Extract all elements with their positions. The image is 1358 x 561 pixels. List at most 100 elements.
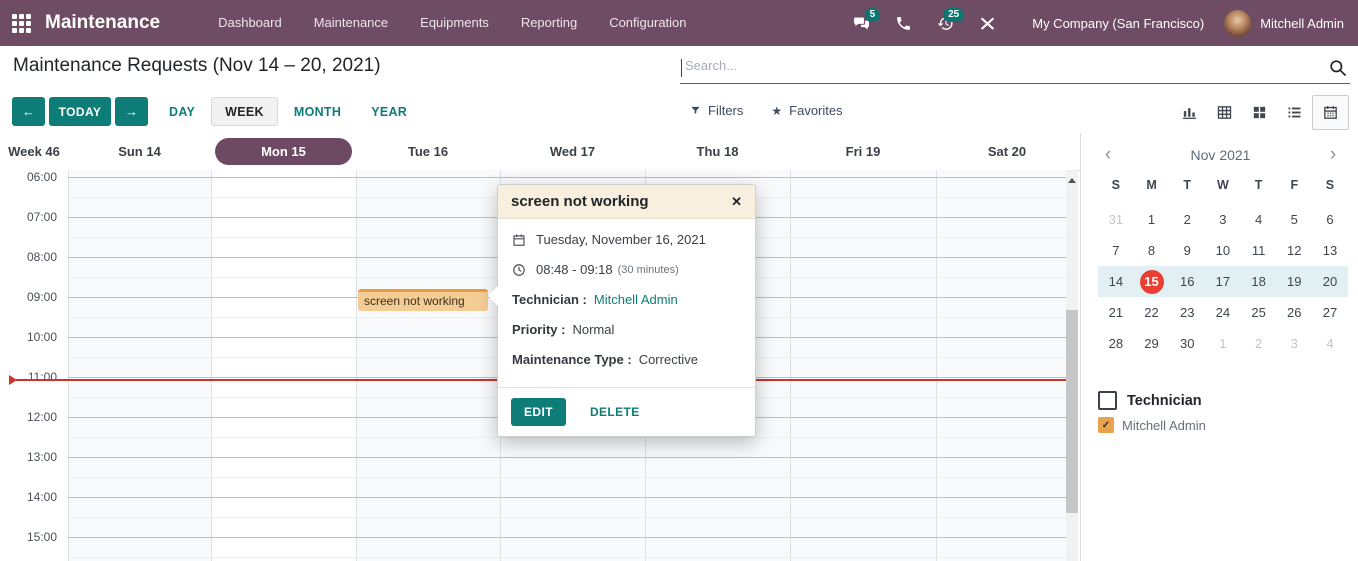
day-header-tue[interactable]: Tue 16 [408,144,448,159]
scrollbar-thumb[interactable] [1066,310,1078,513]
scale-week-button[interactable]: WEEK [211,97,278,126]
day-header-fri[interactable]: Fri 19 [846,144,881,159]
filter-item-mitchell-admin[interactable]: ✓ Mitchell Admin [1098,417,1206,433]
popover-date-row: Tuesday, November 16, 2021 [512,231,741,248]
nav-menu-equipments[interactable]: Equipments [404,0,505,46]
minical-day-cell[interactable]: 19 [1276,274,1312,289]
next-week-button[interactable]: → [115,97,148,126]
minical-day-cell[interactable]: 1 [1205,336,1241,351]
delete-button[interactable]: DELETE [590,405,640,419]
minical-next-icon[interactable]: › [1322,145,1344,165]
day-column[interactable] [936,170,1066,561]
today-button[interactable]: TODAY [49,97,111,126]
nav-menu-configuration[interactable]: Configuration [593,0,702,46]
minical-day-cell[interactable]: 9 [1169,243,1205,258]
filters-button[interactable]: Filters [690,103,743,118]
minical-week-row: 7 8 9 10 11 12 13 [1098,235,1348,266]
minical-title[interactable]: Nov 2021 [1191,147,1251,163]
minical-day-cell[interactable]: 31 [1098,212,1134,227]
minical-today-cell[interactable]: 15 [1134,269,1170,294]
close-icon[interactable]: ✕ [731,194,742,210]
scale-month-button[interactable]: MONTH [280,97,355,126]
minical-day-cell[interactable]: 20 [1312,274,1348,289]
nav-menu-dashboard[interactable]: Dashboard [202,0,298,46]
technician-filter-group[interactable]: Technician [1098,391,1202,410]
minical-dow-row: SMTWTFS [1098,178,1348,192]
search-input[interactable] [683,57,1323,74]
edit-button[interactable]: EDIT [511,398,566,426]
minical-prev-icon[interactable]: ‹ [1097,145,1119,165]
company-switcher[interactable]: My Company (San Francisco) [1032,16,1204,31]
minical-day-cell[interactable]: 17 [1205,274,1241,289]
minical-day-cell[interactable]: 30 [1169,336,1205,351]
minical-day-cell[interactable]: 14 [1098,274,1134,289]
calendar-view-icon[interactable] [1312,95,1349,130]
nav-menu-reporting[interactable]: Reporting [505,0,593,46]
prev-week-button[interactable]: ← [12,97,45,126]
day-column[interactable] [356,170,500,561]
minical-day-cell[interactable]: 29 [1134,336,1170,351]
minical-day-cell[interactable]: 28 [1098,336,1134,351]
activity-clock-icon[interactable]: 25 [924,7,966,32]
minical-day-cell[interactable]: 3 [1205,212,1241,227]
minical-day-cell[interactable]: 2 [1169,212,1205,227]
minical-day-cell[interactable]: 4 [1312,336,1348,351]
day-header-sun[interactable]: Sun 14 [118,144,161,159]
hour-label: 14:00 [26,490,57,504]
grid-scrollbar[interactable] [1066,170,1078,561]
pivot-view-icon[interactable] [1207,97,1242,129]
scale-day-button[interactable]: DAY [155,97,209,126]
nav-right: 5 25 My Company (San Francisco) Mitchell… [840,7,1358,37]
minical-day-cell[interactable]: 10 [1205,243,1241,258]
nav-menu-maintenance[interactable]: Maintenance [298,0,404,46]
day-header-thu[interactable]: Thu 18 [697,144,739,159]
minical-day-cell[interactable]: 24 [1205,305,1241,320]
day-column[interactable] [790,170,936,561]
phone-icon[interactable] [882,15,924,32]
scrollbar-up-icon[interactable] [1068,178,1076,183]
minical-day-cell[interactable]: 16 [1169,274,1205,289]
minical-day-cell[interactable]: 2 [1241,336,1277,351]
graph-view-icon[interactable] [1172,97,1207,129]
apps-grid-icon[interactable] [12,13,31,33]
minical-day-cell[interactable]: 12 [1276,243,1312,258]
day-header-sat[interactable]: Sat 20 [988,144,1026,159]
minical-day-cell[interactable]: 11 [1241,243,1277,258]
minical-day-cell[interactable]: 5 [1276,212,1312,227]
filter-item-checkbox[interactable]: ✓ [1098,417,1114,433]
day-column[interactable] [68,170,211,561]
app-brand[interactable]: Maintenance [45,12,160,34]
minical-day-cell[interactable]: 22 [1134,305,1170,320]
minical-day-cell[interactable]: 7 [1098,243,1134,258]
user-name[interactable]: Mitchell Admin [1260,16,1344,31]
technician-group-checkbox[interactable] [1098,391,1117,410]
technician-link[interactable]: Mitchell Admin [594,292,678,307]
kanban-view-icon[interactable] [1242,97,1277,129]
scale-switcher: DAY WEEK MONTH YEAR [155,97,421,126]
minical-day-cell[interactable]: 25 [1241,305,1277,320]
scale-year-button[interactable]: YEAR [357,97,421,126]
filters-label: Filters [708,103,744,118]
day-header-wed[interactable]: Wed 17 [550,144,595,159]
tools-icon[interactable] [966,15,1008,32]
list-view-icon[interactable] [1277,97,1312,129]
minical-day-cell[interactable]: 4 [1241,212,1277,227]
minical-day-cell[interactable]: 6 [1312,212,1348,227]
chat-icon[interactable]: 5 [840,7,882,32]
favorites-button[interactable]: ★ Favorites [771,103,842,118]
minical-day-cell[interactable]: 3 [1276,336,1312,351]
minical-day-cell[interactable]: 23 [1169,305,1205,320]
star-icon: ★ [771,103,783,118]
event-chip[interactable]: screen not working [358,289,488,311]
minical-day-cell[interactable]: 26 [1276,305,1312,320]
day-header-cell: Mon 15 [211,138,356,165]
minical-day-cell[interactable]: 8 [1134,243,1170,258]
user-avatar[interactable] [1224,9,1252,37]
minical-day-cell[interactable]: 27 [1312,305,1348,320]
search-icon[interactable] [1328,58,1348,78]
minical-day-cell[interactable]: 18 [1241,274,1277,289]
day-header-mon[interactable]: Mon 15 [215,138,352,165]
minical-day-cell[interactable]: 1 [1134,212,1170,227]
minical-day-cell[interactable]: 13 [1312,243,1348,258]
minical-day-cell[interactable]: 21 [1098,305,1134,320]
